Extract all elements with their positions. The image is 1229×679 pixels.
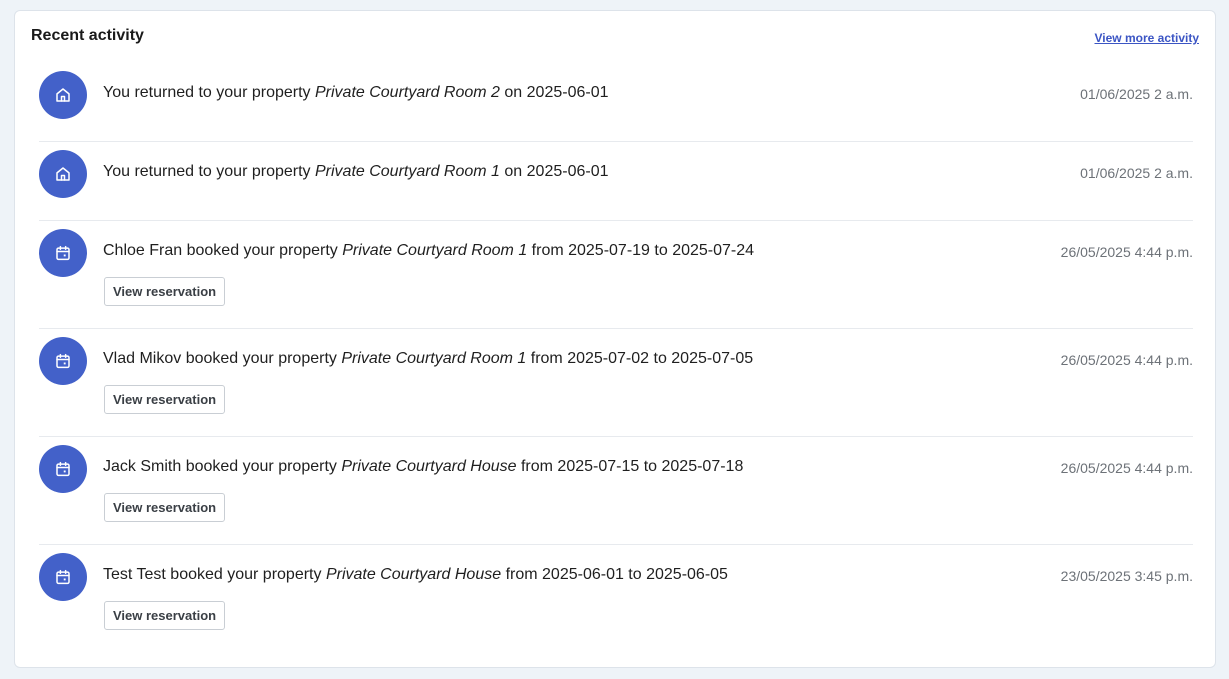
activity-message: Jack Smith booked your property Private … — [103, 458, 743, 476]
view-reservation-button[interactable]: View reservation — [104, 601, 226, 630]
activity-text: Chloe Fran booked your property — [103, 242, 343, 259]
activity-text: from 2025-06-01 to 2025-06-05 — [501, 566, 728, 583]
card-header: Recent activity View more activity — [31, 27, 1199, 49]
view-reservation-button[interactable]: View reservation — [104, 277, 226, 306]
activity-message: Chloe Fran booked your property Private … — [103, 242, 754, 260]
home-icon — [39, 150, 87, 198]
activity-timestamp: 26/05/2025 4:44 p.m. — [1060, 352, 1193, 368]
activity-timestamp: 26/05/2025 4:44 p.m. — [1060, 460, 1193, 476]
property-name: Private Courtyard Room 2 — [314, 84, 500, 101]
home-icon — [39, 71, 87, 119]
activity-item: Chloe Fran booked your property Private … — [39, 221, 1193, 329]
activity-text: You returned to your property — [103, 84, 315, 101]
activity-text: You returned to your property — [103, 163, 315, 180]
activity-text: from 2025-07-15 to 2025-07-18 — [516, 458, 744, 475]
activity-text: Jack Smith booked your property — [103, 458, 342, 475]
property-name: Private Courtyard Room 1 — [342, 242, 528, 259]
activity-timestamp: 26/05/2025 4:44 p.m. — [1060, 244, 1193, 260]
calendar-icon — [39, 337, 87, 385]
activity-message: Test Test booked your property Private C… — [103, 566, 728, 584]
calendar-icon — [39, 553, 87, 601]
activity-item: Test Test booked your property Private C… — [39, 545, 1193, 653]
activity-timestamp: 01/06/2025 2 a.m. — [1080, 165, 1193, 181]
activity-text: Vlad Mikov booked your property — [103, 350, 342, 367]
activity-list: You returned to your property Private Co… — [39, 63, 1193, 653]
activity-text: on 2025-06-01 — [499, 163, 609, 180]
recent-activity-card: Recent activity View more activity You r… — [14, 10, 1216, 668]
property-name: Private Courtyard Room 1 — [341, 350, 527, 367]
activity-text: from 2025-07-02 to 2025-07-05 — [526, 350, 754, 367]
activity-text: Test Test booked your property — [103, 566, 326, 583]
activity-text: on 2025-06-01 — [499, 84, 609, 101]
activity-text: from 2025-07-19 to 2025-07-24 — [527, 242, 755, 259]
calendar-icon — [39, 229, 87, 277]
activity-message: You returned to your property Private Co… — [103, 163, 608, 181]
view-reservation-button[interactable]: View reservation — [104, 493, 226, 522]
activity-timestamp: 01/06/2025 2 a.m. — [1080, 86, 1193, 102]
activity-item: You returned to your property Private Co… — [39, 142, 1193, 221]
activity-item: You returned to your property Private Co… — [39, 63, 1193, 142]
activity-timestamp: 23/05/2025 3:45 p.m. — [1060, 568, 1193, 584]
activity-message: You returned to your property Private Co… — [103, 84, 608, 102]
property-name: Private Courtyard Room 1 — [314, 163, 500, 180]
activity-item: Vlad Mikov booked your property Private … — [39, 329, 1193, 437]
property-name: Private Courtyard House — [325, 566, 502, 583]
calendar-icon — [39, 445, 87, 493]
property-name: Private Courtyard House — [341, 458, 517, 475]
view-reservation-button[interactable]: View reservation — [104, 385, 226, 414]
activity-message: Vlad Mikov booked your property Private … — [103, 350, 753, 368]
activity-item: Jack Smith booked your property Private … — [39, 437, 1193, 545]
card-title: Recent activity — [31, 27, 144, 44]
view-more-activity-link[interactable]: View more activity — [1095, 31, 1200, 45]
